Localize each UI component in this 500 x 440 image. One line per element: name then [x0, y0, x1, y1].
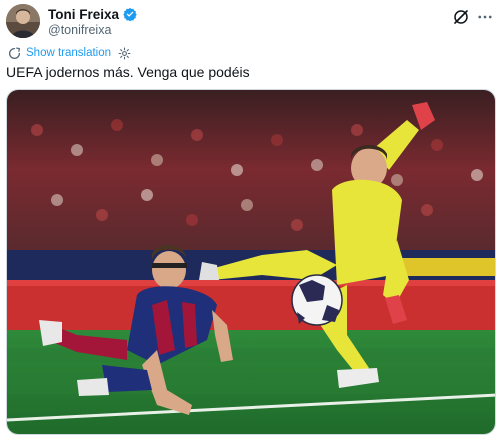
- translate-icon: [8, 46, 21, 60]
- grok-icon[interactable]: [452, 8, 470, 26]
- display-name-row: Toni Freixa: [48, 6, 137, 22]
- translation-row: Show translation: [8, 45, 131, 61]
- tweet-header: Toni Freixa @tonifreixa: [6, 4, 494, 38]
- author-display-name[interactable]: Toni Freixa: [48, 7, 119, 22]
- football-match-photo: [7, 90, 495, 434]
- more-options-icon[interactable]: [476, 8, 494, 26]
- author-names: Toni Freixa @tonifreixa: [48, 6, 137, 37]
- tweet-text: UEFA jodernos más. Venga que podéis: [6, 64, 250, 80]
- show-translation-link[interactable]: Show translation: [26, 47, 111, 59]
- author-handle[interactable]: @tonifreixa: [48, 23, 137, 37]
- verified-badge-icon: [123, 7, 137, 22]
- avatar[interactable]: [6, 4, 40, 38]
- tweet-card[interactable]: Toni Freixa @tonifreixa Show translation…: [0, 0, 500, 440]
- tweet-media-photo[interactable]: [6, 89, 496, 435]
- gear-icon[interactable]: [118, 47, 131, 60]
